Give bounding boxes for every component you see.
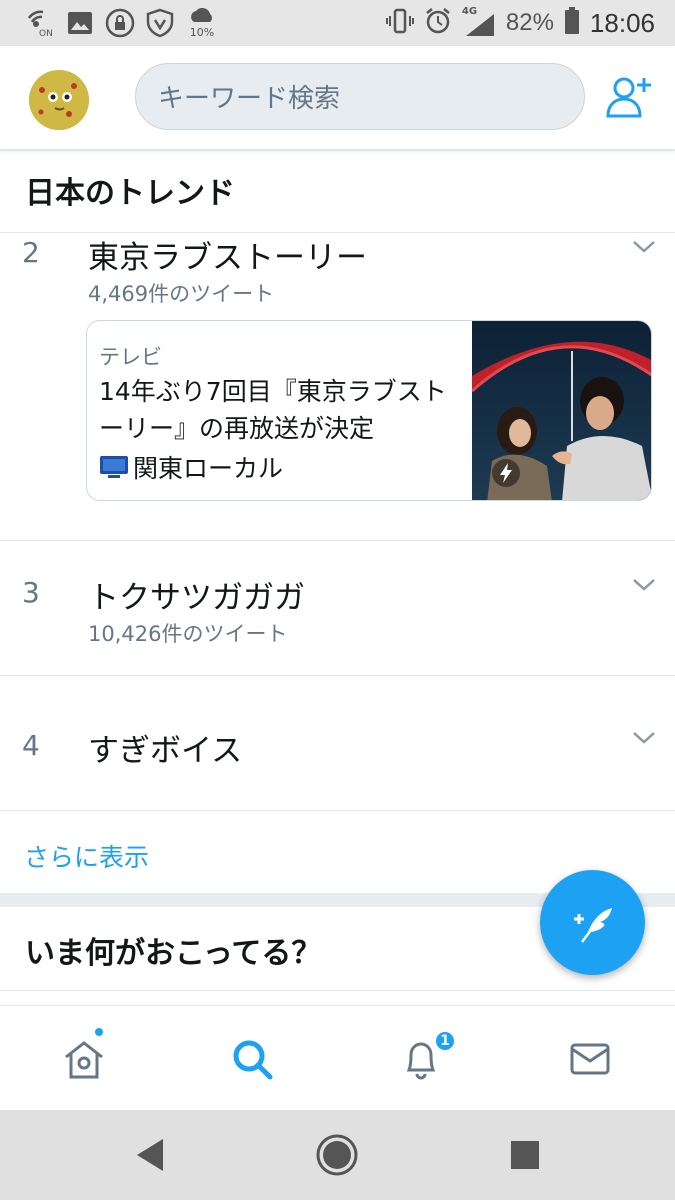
recents-square-icon <box>511 1141 539 1169</box>
avatar[interactable] <box>29 70 89 130</box>
add-user-icon[interactable] <box>604 72 654 122</box>
compose-tweet-button[interactable] <box>540 870 645 975</box>
compose-feather-icon <box>573 907 612 943</box>
card-source-label: 関東ローカル <box>133 454 284 483</box>
vibrate-icon <box>385 8 414 38</box>
image-icon <box>60 6 100 40</box>
home-button[interactable] <box>307 1110 367 1200</box>
tv-icon <box>100 456 128 478</box>
home-circle-icon <box>316 1134 358 1176</box>
shield-icon <box>140 6 180 40</box>
card-source: 関東ローカル <box>99 449 283 485</box>
trends-title: 日本のトレンド <box>25 176 235 211</box>
mail-icon <box>570 1043 610 1074</box>
trend-tweet-count: 10,426件のツイート <box>88 622 288 646</box>
search-icon <box>233 1040 273 1079</box>
home-icon <box>65 1040 103 1078</box>
tab-search[interactable] <box>168 1006 336 1111</box>
search-placeholder: キーワード検索 <box>158 84 341 114</box>
status-bar: ON 10% 4G 82% 18:06 <box>0 0 675 46</box>
trend-rank: 4 <box>22 729 40 762</box>
search-input[interactable]: キーワード検索 <box>135 63 585 130</box>
trend-name: すぎボイス <box>88 733 243 769</box>
tab-messages[interactable] <box>506 1006 674 1111</box>
trend-rank: 3 <box>22 576 40 609</box>
tab-notifications[interactable]: 1 <box>337 1006 505 1111</box>
show-more-link[interactable]: さらに表示 <box>24 838 149 874</box>
chevron-down-icon[interactable] <box>632 731 656 745</box>
notification-badge: 1 <box>434 1030 456 1052</box>
trend-item[interactable]: 3 トクサツガガガ 10,426件のツイート <box>0 540 675 675</box>
back-triangle-icon <box>137 1139 163 1171</box>
chevron-down-icon[interactable] <box>632 578 656 592</box>
app-header: キーワード検索 <box>0 46 675 151</box>
battery-icon <box>564 7 580 39</box>
recents-button[interactable] <box>495 1110 555 1200</box>
divider <box>0 810 675 811</box>
battery-percent: 82% <box>505 9 554 36</box>
video-flash-icon <box>492 459 520 487</box>
lock-icon <box>100 6 140 40</box>
data-saver-icon: 10% <box>180 6 224 40</box>
svg-text:ON: ON <box>39 29 53 38</box>
alarm-icon <box>424 7 452 39</box>
card-thumbnail <box>472 321 651 500</box>
whats-happening-title: いま何がおこってる？ <box>25 936 322 971</box>
clock: 18:06 <box>589 7 655 38</box>
trend-name: 東京ラブストーリー <box>88 240 367 276</box>
back-button[interactable] <box>120 1110 180 1200</box>
card-category: テレビ <box>99 345 162 369</box>
divider <box>0 990 675 991</box>
trend-name: トクサツガガガ <box>88 580 305 616</box>
bottom-tab-bar: 1 <box>0 1005 675 1110</box>
trend-item[interactable]: 4 すぎボイス <box>0 675 675 810</box>
signal-icon: 4G <box>462 6 496 38</box>
new-content-dot <box>93 1026 105 1038</box>
system-nav-bar <box>0 1110 675 1200</box>
trend-tweet-count: 4,469件のツイート <box>88 282 275 306</box>
trend-rank: 2 <box>22 236 40 269</box>
nfc-icon: ON <box>20 6 60 40</box>
card-headline: 14年ぶり7回目『東京ラブストーリー』の再放送が決定 <box>99 377 447 443</box>
tab-home[interactable] <box>0 1006 168 1111</box>
news-card[interactable]: テレビ 14年ぶり7回目『東京ラブストーリー』の再放送が決定 関東ローカル <box>86 320 652 501</box>
chevron-down-icon[interactable] <box>632 240 656 254</box>
